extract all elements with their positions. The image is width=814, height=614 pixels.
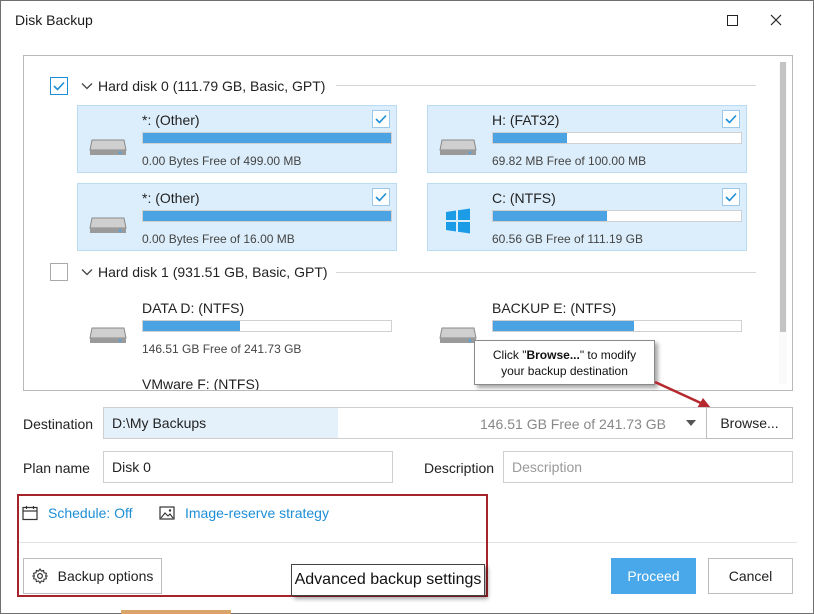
checkmark-icon — [725, 114, 737, 124]
partition-card[interactable]: DATA D: (NTFS) 146.51 GB Free of 241.73 … — [77, 293, 397, 361]
partition-name: H: (FAT32) — [492, 112, 560, 128]
partition-card[interactable]: *: (Other) 0.00 Bytes Free of 499.00 MB — [77, 105, 397, 173]
vertical-scrollbar[interactable] — [779, 62, 787, 384]
disk-1-label: Hard disk 1 (931.51 GB, Basic, GPT) — [98, 264, 328, 280]
disk-1-separator — [336, 272, 756, 273]
description-label: Description — [424, 460, 495, 476]
partition-checkbox[interactable] — [372, 188, 390, 206]
window-title: Disk Backup — [15, 12, 93, 28]
partition-name: *: (Other) — [142, 112, 200, 128]
taskbar-fragment — [121, 610, 231, 614]
maximize-button[interactable] — [715, 7, 749, 33]
partition-free-space: 60.56 GB Free of 111.19 GB — [492, 232, 643, 246]
partition-free-space: 0.00 Bytes Free of 16.00 MB — [142, 232, 295, 246]
usage-bar — [492, 210, 742, 222]
partition-name: VMware F: (NTFS) — [142, 376, 260, 391]
usage-bar — [492, 320, 742, 332]
partition-free-space: 146.51 GB Free of 241.73 GB — [142, 342, 302, 356]
description-input[interactable]: Description — [503, 451, 793, 483]
partition-checkbox[interactable] — [722, 110, 740, 128]
drive-icon — [439, 327, 477, 343]
destination-free-space: 146.51 GB Free of 241.73 GB — [479, 416, 666, 432]
chevron-down-icon[interactable] — [80, 79, 94, 93]
partition-name: C: (NTFS) — [492, 190, 556, 206]
partition-card[interactable]: H: (FAT32) 69.82 MB Free of 100.00 MB — [427, 105, 747, 173]
destination-label: Destination — [23, 416, 94, 432]
drive-icon — [89, 217, 127, 233]
close-icon — [770, 14, 782, 26]
disk-0-header: Hard disk 0 (111.79 GB, Basic, GPT) — [50, 74, 325, 98]
maximize-icon — [726, 14, 738, 26]
scroll-thumb[interactable] — [780, 62, 786, 332]
partition-card[interactable]: VMware F: (NTFS) — [77, 369, 397, 391]
partition-card[interactable]: *: (Other) 0.00 Bytes Free of 16.00 MB — [77, 183, 397, 251]
disk-0-separator — [336, 85, 756, 86]
chevron-down-icon[interactable] — [80, 265, 94, 279]
drive-icon — [89, 139, 127, 155]
close-button[interactable] — [759, 7, 793, 33]
checkmark-icon — [53, 81, 65, 91]
proceed-button[interactable]: Proceed — [611, 558, 696, 594]
browse-callout: Click "Browse..." to modify your backup … — [474, 340, 655, 385]
partition-name: DATA D: (NTFS) — [142, 300, 245, 316]
title-bar: Disk Backup — [1, 1, 813, 39]
partition-free-space: 0.00 Bytes Free of 499.00 MB — [142, 154, 302, 168]
disk-1-checkbox[interactable] — [50, 263, 68, 281]
disk-list-panel: Hard disk 0 (111.79 GB, Basic, GPT) *: (… — [23, 55, 793, 391]
dropdown-arrow-icon — [686, 420, 696, 426]
partition-name: BACKUP E: (NTFS) — [492, 300, 617, 316]
checkmark-icon — [725, 192, 737, 202]
drive-icon — [439, 139, 477, 155]
advanced-settings-annotation: Advanced backup settings — [291, 564, 485, 596]
disk-0-label: Hard disk 0 (111.79 GB, Basic, GPT) — [98, 78, 326, 94]
partition-checkbox[interactable] — [372, 110, 390, 128]
disk-1-header: Hard disk 1 (931.51 GB, Basic, GPT) — [50, 260, 328, 284]
partition-checkbox[interactable] — [722, 188, 740, 206]
browse-button[interactable]: Browse... — [706, 407, 793, 439]
destination-path: D:\My Backups — [112, 415, 207, 431]
plan-name-label: Plan name — [23, 460, 90, 476]
usage-bar — [142, 320, 392, 332]
plan-name-input[interactable]: Disk 0 — [103, 451, 393, 483]
windows-icon — [446, 208, 470, 234]
partition-card[interactable]: C: (NTFS) 60.56 GB Free of 111.19 GB — [427, 183, 747, 251]
checkmark-icon — [375, 114, 387, 124]
disk-backup-window: Disk Backup Hard disk 0 (111.79 GB, Basi… — [0, 0, 814, 614]
partition-free-space: 69.82 MB Free of 100.00 MB — [492, 154, 647, 168]
disk-0-checkbox[interactable] — [50, 77, 68, 95]
usage-bar — [142, 210, 392, 222]
usage-bar — [492, 132, 742, 144]
drive-icon — [89, 327, 127, 343]
partition-name: *: (Other) — [142, 190, 200, 206]
usage-bar — [142, 132, 392, 144]
destination-select[interactable]: D:\My Backups 146.51 GB Free of 241.73 G… — [103, 407, 707, 439]
cancel-button[interactable]: Cancel — [708, 558, 793, 594]
checkmark-icon — [375, 192, 387, 202]
